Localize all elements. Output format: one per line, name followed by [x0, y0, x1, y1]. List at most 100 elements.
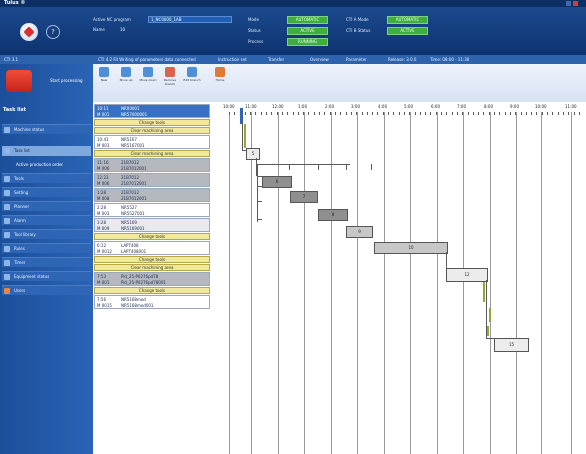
- ruler-mark: [293, 112, 294, 115]
- gantt-task-bar[interactable]: 6: [262, 176, 292, 188]
- task-separator[interactable]: Change tools: [94, 287, 210, 294]
- task-row[interactable]: 12:23 21B7012 M 006 21B7012001: [94, 173, 210, 187]
- sidebar-item-tools[interactable]: Tools: [2, 173, 91, 183]
- move-up-button[interactable]: Move up: [117, 67, 135, 82]
- task-cell-c4: 21B7012001: [121, 196, 147, 201]
- task-cell-c3: M 006: [97, 166, 110, 171]
- task-cell-c2: NR5168mod: [121, 297, 146, 302]
- sidebar-item-tool-library[interactable]: Tool library: [2, 229, 91, 239]
- ruler-mark: [250, 112, 251, 115]
- ruler-mark: [303, 112, 304, 115]
- move-down-icon: [143, 67, 153, 77]
- gantt-task-bar[interactable]: 8: [318, 209, 348, 221]
- gantt-task-bar[interactable]: 12: [446, 268, 488, 282]
- ruler-mark: [446, 112, 447, 115]
- new-task-button[interactable]: New: [95, 67, 113, 82]
- ruler-mark: [441, 112, 442, 115]
- task-row[interactable]: 7:56 NR5168mod M 0015 NR5168mod001: [94, 295, 210, 309]
- gantt-task-bar[interactable]: 7: [290, 191, 318, 203]
- gantt-task-bar[interactable]: 5: [246, 148, 260, 160]
- task-row[interactable]: 10:11 NR00001 M 001 NR57000001: [94, 104, 210, 118]
- task-row[interactable]: 7:53 Pid_25-P0276pd78 M 001 Pid_25-P0276pd7…: [94, 272, 210, 286]
- ruler-mark: [521, 112, 522, 115]
- task-cell-c2: NR00001: [121, 106, 140, 111]
- sidebar-item-planner[interactable]: Planner: [2, 201, 91, 211]
- task-separator[interactable]: Clear machining area: [94, 150, 210, 157]
- task-row[interactable]: 11:16 21B7012 M 006 21B7012001: [94, 158, 210, 172]
- timer-icon: [4, 260, 10, 266]
- task-cell-c4: NR5168mod001: [121, 303, 154, 308]
- equipment-icon: [4, 274, 10, 280]
- process-label: Process: [248, 39, 264, 44]
- task-cell-c2: NR5527: [121, 205, 137, 210]
- task-cell-c3: M 003: [97, 143, 110, 148]
- subbar-seg3[interactable]: Overview: [310, 56, 329, 63]
- ruler-mark: [505, 112, 506, 115]
- task-row[interactable]: 6:12 LAPT408 M 0012 LAPT408001: [94, 241, 210, 255]
- start-processing-button[interactable]: [6, 70, 32, 92]
- ruler-mark: [234, 112, 235, 115]
- task-row[interactable]: 2:28 NR5527 M 003 NR5527001: [94, 203, 210, 217]
- sidebar-item-task-list[interactable]: Task list: [2, 146, 91, 156]
- gantt-tick-label: 10:00: [535, 104, 547, 109]
- task-separator[interactable]: Change tools: [94, 233, 210, 240]
- task-cell-c3: M 0015: [97, 303, 112, 308]
- sidebar-item-alarm[interactable]: Alarm: [2, 215, 91, 225]
- home-button[interactable]: Home: [211, 67, 229, 82]
- sidebar-item-equipment[interactable]: Equipment status: [2, 271, 91, 281]
- ruler-mark: [425, 112, 426, 115]
- ruler-mark: [499, 112, 500, 115]
- gantt-task-bar[interactable]: 9: [346, 226, 373, 238]
- machine-icon: [4, 127, 10, 133]
- gantt-gridline: [357, 112, 358, 454]
- ruler-mark: [531, 112, 532, 115]
- gantt-tick-label: 4:00: [378, 104, 387, 109]
- edit-branch-button[interactable]: Edit branch: [183, 67, 201, 82]
- task-row[interactable]: 3:28 NR5169 M 009 NR5169001: [94, 218, 210, 232]
- gantt-task-bar[interactable]: 15: [494, 338, 529, 352]
- subbar-seg4[interactable]: Parameter: [346, 56, 367, 63]
- task-cell-c3: M 0012: [97, 249, 112, 254]
- gantt-gridline: [410, 112, 411, 454]
- sidebar-item-machine-status[interactable]: Machine status: [2, 124, 91, 134]
- task-row[interactable]: 10:41 NR5167 M 003 NR5167001: [94, 135, 210, 149]
- planner-icon: [4, 204, 10, 210]
- ruler-mark: [409, 112, 410, 115]
- gantt-connector: [258, 219, 262, 220]
- subbar-seg2[interactable]: Transfer: [268, 56, 284, 63]
- ruler-mark: [388, 112, 389, 115]
- minimize-icon[interactable]: [566, 1, 571, 6]
- task-separator[interactable]: Clear machining area: [94, 127, 210, 134]
- sidebar-item-active-order[interactable]: Active production order: [2, 160, 105, 170]
- sidebar-item-timer[interactable]: Timer: [2, 257, 91, 267]
- home-icon: [215, 67, 225, 77]
- gantt-tick-label: 10:00: [223, 104, 235, 109]
- ruler-mark: [245, 112, 246, 115]
- task-separator[interactable]: Change tools: [94, 256, 210, 263]
- sidebar-item-users[interactable]: Users: [2, 285, 91, 295]
- task-separator[interactable]: Clear machining area: [94, 264, 210, 271]
- ruler-mark: [483, 112, 484, 115]
- gantt-task-bar[interactable]: 10: [374, 242, 448, 254]
- task-row[interactable]: 1:28 21B7012 M 008 21B7012001: [94, 188, 210, 202]
- help-icon[interactable]: ?: [46, 25, 60, 39]
- sidebar-item-rules[interactable]: Rules: [2, 243, 91, 253]
- close-icon[interactable]: [573, 1, 578, 6]
- gantt-chart: 10:00 11:00 12:00 1:00 2:00 3:00 4:00 5:00 6:00 7…: [211, 102, 586, 454]
- active-nc-label: Active NC program: [93, 17, 131, 22]
- ruler-mark: [542, 112, 543, 115]
- ruler-mark: [335, 112, 336, 115]
- remove-icon: [165, 67, 175, 77]
- gantt-connector: [258, 201, 262, 202]
- cti-a-status: AUTOMATIC: [387, 16, 428, 24]
- subbar-seg1[interactable]: Instruction set: [218, 56, 247, 63]
- sidebar-item-setting[interactable]: Setting: [2, 187, 91, 197]
- task-cell-c1: 6:12: [97, 243, 106, 248]
- ruler-mark: [494, 112, 495, 115]
- remove-branch-button[interactable]: Remove branch: [161, 67, 179, 86]
- task-separator[interactable]: Change tools: [94, 119, 210, 126]
- move-down-button[interactable]: Move down: [139, 67, 157, 82]
- ruler-mark: [277, 112, 278, 115]
- gantt-gridline: [437, 112, 438, 454]
- task-cell-c3: M 001: [97, 280, 110, 285]
